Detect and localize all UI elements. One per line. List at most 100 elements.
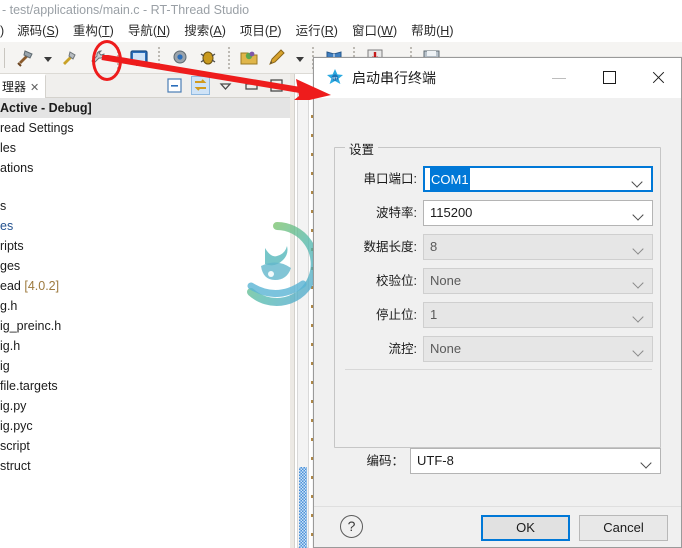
build-hammer-icon[interactable] <box>14 46 36 70</box>
tree-item[interactable]: ations <box>0 158 290 178</box>
dialog-titlebar[interactable]: RT 启动串行终端 <box>314 58 681 98</box>
dialog-window-buttons <box>537 58 681 98</box>
tree-item[interactable]: read Settings <box>0 118 290 138</box>
menu-item-重构[interactable]: 重构(T) <box>66 20 121 42</box>
stop-bits-combobox-value: 1 <box>430 307 438 322</box>
tree-item-label: s <box>0 199 7 213</box>
close-icon[interactable]: ✕ <box>30 82 39 94</box>
editor-vertical-scrollbar[interactable] <box>297 86 309 548</box>
cancel-button[interactable]: Cancel <box>579 515 668 541</box>
maximize-button[interactable] <box>587 58 632 98</box>
project-explorer-tree[interactable]: Active - Debug] read Settings les ations s es… <box>0 98 290 548</box>
tree-item-label: ig_preinc.h <box>0 319 62 333</box>
parity-combobox-value: None <box>430 273 462 288</box>
settings-group: 设置 串口端口: COM1 波特率: 115200 数据长度: 8 校验位: None 停止位:… <box>334 139 662 448</box>
tree-item-label: g.h <box>0 299 18 313</box>
parity-combobox-label: 校验位: <box>376 274 417 288</box>
dialog-footer: ? OK Cancel <box>314 506 681 547</box>
tree-item[interactable]: ig <box>0 356 290 376</box>
help-icon[interactable]: ? <box>340 515 363 538</box>
tree-item[interactable]: ripts <box>0 236 290 256</box>
tree-item[interactable]: Active - Debug] <box>0 98 290 118</box>
tab-project-explorer[interactable]: 理器 ✕ <box>0 74 47 98</box>
tree-item-label: ig.py <box>0 399 27 413</box>
baud-rate-combobox-label: 波特率: <box>376 206 417 220</box>
stop-bits-combobox: 1 <box>423 302 653 328</box>
tree-item[interactable]: es <box>0 216 290 236</box>
dialog-body: 设置 串口端口: COM1 波特率: 115200 数据长度: 8 校验位: None 停止位:… <box>314 98 681 506</box>
field-row: 串口端口: COM1 <box>335 166 662 192</box>
baud-rate-combobox[interactable]: 115200 <box>423 200 653 226</box>
menu-bar: ) 源码(S) 重构(T) 导航(N) 搜索(A) 项目(P) 运行(R) 窗口(W) 帮助(H… <box>0 20 682 42</box>
tree-item-label: ig.h <box>0 339 21 353</box>
tree-item-label: struct <box>0 459 31 473</box>
encoding-combobox[interactable]: UTF-8 <box>410 448 661 474</box>
field-row: 数据长度: 8 <box>335 234 662 260</box>
tree-item[interactable]: ges <box>0 256 290 276</box>
chevron-down-icon[interactable] <box>633 178 642 187</box>
tree-item[interactable]: ig.py <box>0 396 290 416</box>
tree-item-version: [4.0.2] <box>24 279 60 293</box>
menu-item-搜索[interactable]: 搜索(A) <box>177 20 233 42</box>
chevron-down-icon[interactable] <box>642 459 651 468</box>
parity-combobox: None <box>423 268 653 294</box>
field-row: 校验位: None <box>335 268 662 294</box>
data-bits-combobox: 8 <box>423 234 653 260</box>
chevron-down-icon[interactable] <box>634 211 643 220</box>
build-dropdown-caret[interactable] <box>42 46 53 70</box>
toolbar-separator <box>4 48 5 68</box>
chevron-down-icon <box>634 279 643 288</box>
tree-item[interactable]: ig_preinc.h <box>0 316 290 336</box>
encoding-label: 编码： <box>366 454 404 468</box>
tree-item[interactable]: file.targets <box>0 376 290 396</box>
tree-item[interactable]: ig.pyc <box>0 416 290 436</box>
chevron-down-icon <box>634 313 643 322</box>
menu-item-窗口[interactable]: 窗口(W) <box>345 20 404 42</box>
tree-item-label: ations <box>0 161 34 175</box>
tab-label: 理器 <box>2 80 27 94</box>
tree-item-label: ripts <box>0 239 24 253</box>
tree-item[interactable]: les <box>0 138 290 158</box>
tree-item-label: script <box>0 439 30 453</box>
encoding-row: 编码： UTF-8 <box>342 448 661 474</box>
data-bits-combobox-label: 数据长度: <box>363 240 417 254</box>
tree-item[interactable]: ig.h <box>0 336 290 356</box>
ide-window-title: - test/applications/main.c - RT-Thread S… <box>0 0 682 20</box>
tree-item[interactable]: struct <box>0 456 290 476</box>
group-divider <box>345 369 652 370</box>
menu-item-源码[interactable]: 源码(S) <box>10 20 66 42</box>
menu-item-帮助[interactable]: 帮助(H) <box>404 20 460 42</box>
close-button[interactable] <box>636 58 681 98</box>
serial-terminal-dialog: RT 启动串行终端 设置 串口端口: COM1 波特率: 115200 数据长度: 8 校验… <box>313 57 682 548</box>
screenshot-root: - test/applications/main.c - RT-Thread S… <box>0 0 682 548</box>
chevron-down-icon <box>634 347 643 356</box>
serial-port-combobox[interactable]: COM1 <box>423 166 653 192</box>
baud-rate-combobox-value: 115200 <box>430 205 473 220</box>
ok-button[interactable]: OK <box>481 515 570 541</box>
menu-item-导航[interactable]: 导航(N) <box>121 20 177 42</box>
tree-item-label: Active - Debug] <box>0 101 92 115</box>
tree-item-label: ig <box>0 359 10 373</box>
tree-item-label: ig.pyc <box>0 419 33 433</box>
tree-item[interactable]: script <box>0 436 290 456</box>
tree-item-label: ges <box>0 259 21 273</box>
minimize-button[interactable] <box>537 58 582 98</box>
tree-item[interactable]: s <box>0 196 290 216</box>
scrollbar-thumb[interactable] <box>299 467 307 548</box>
flow-control-combobox: None <box>423 336 653 362</box>
tree-item-label: es <box>0 219 14 233</box>
tree-item[interactable]: g.h <box>0 296 290 316</box>
menu-item-项目[interactable]: 项目(P) <box>233 20 289 42</box>
flow-control-combobox-label: 流控: <box>388 342 417 356</box>
menu-item-运行[interactable]: 运行(R) <box>289 20 345 42</box>
menu-item-clipped[interactable]: ) <box>0 20 10 42</box>
tree-item-label: ead <box>0 279 25 293</box>
field-row: 波特率: 115200 <box>335 200 662 226</box>
clean-icon[interactable] <box>58 46 80 70</box>
encoding-value: UTF-8 <box>417 453 454 468</box>
tree-item[interactable]: ead [4.0.2] <box>0 276 290 296</box>
settings-group-legend: 设置 <box>345 139 379 158</box>
tree-item-label: read Settings <box>0 121 74 135</box>
flow-control-combobox-value: None <box>430 341 462 356</box>
